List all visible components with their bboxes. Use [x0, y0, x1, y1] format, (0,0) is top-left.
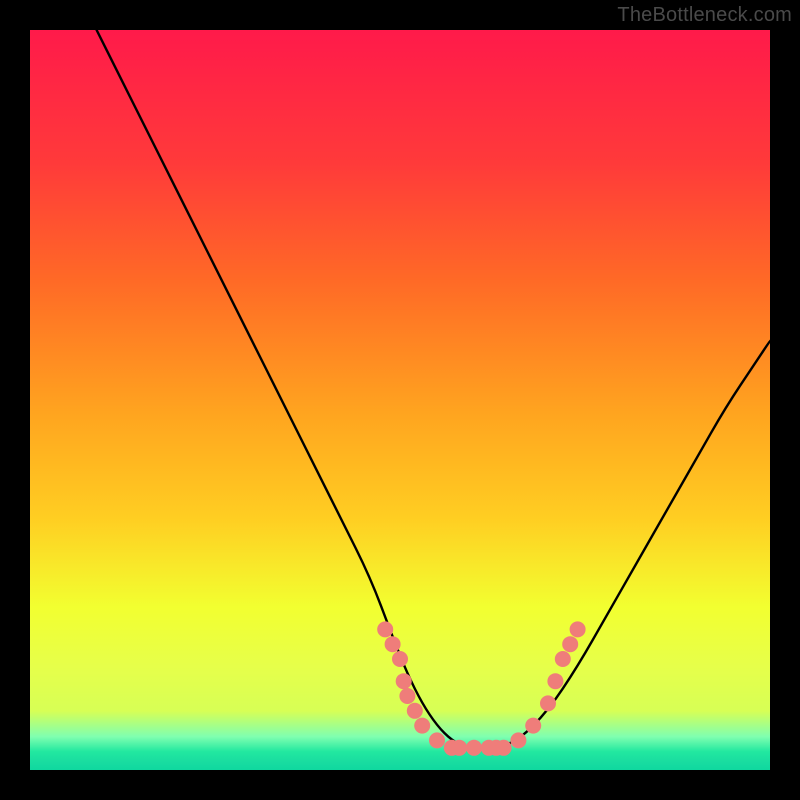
- curve-marker: [555, 651, 571, 667]
- curve-marker: [496, 740, 512, 756]
- curve-marker: [525, 718, 541, 734]
- curve-marker: [377, 621, 393, 637]
- curve-marker: [570, 621, 586, 637]
- watermark-text: TheBottleneck.com: [617, 4, 792, 27]
- curve-marker: [399, 688, 415, 704]
- plot-area: [30, 30, 770, 770]
- curve-marker: [407, 703, 423, 719]
- curve-marker: [414, 718, 430, 734]
- curve-marker: [429, 732, 445, 748]
- curve-marker: [451, 740, 467, 756]
- curve-marker: [396, 673, 412, 689]
- chart-svg: [30, 30, 770, 770]
- curve-marker: [562, 636, 578, 652]
- chart-stage: TheBottleneck.com: [0, 0, 800, 800]
- curve-marker: [385, 636, 401, 652]
- curve-marker: [510, 732, 526, 748]
- curve-marker: [540, 695, 556, 711]
- curve-marker: [547, 673, 563, 689]
- curve-marker: [466, 740, 482, 756]
- curve-marker: [392, 651, 408, 667]
